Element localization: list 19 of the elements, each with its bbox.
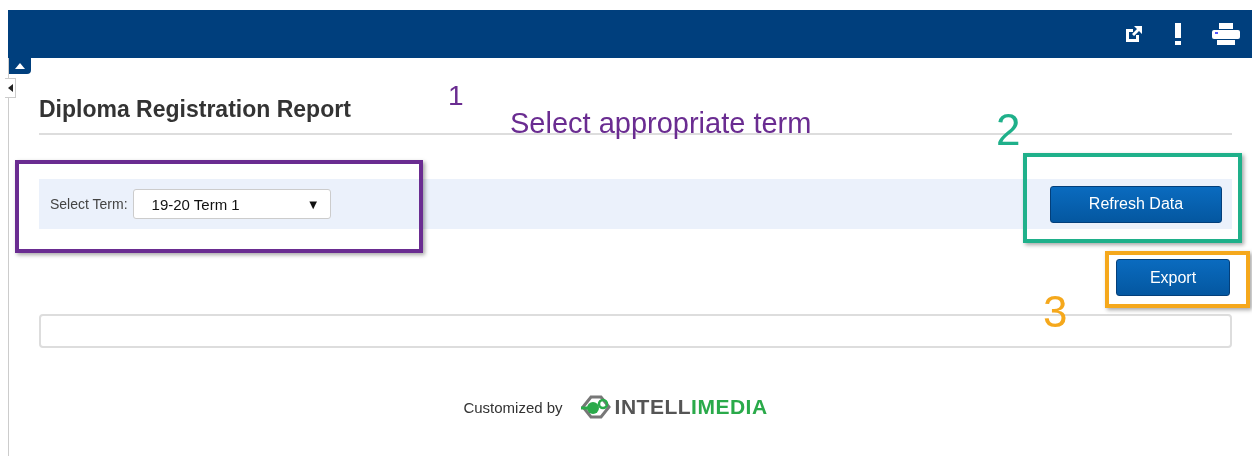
left-triangle-icon xyxy=(7,84,13,92)
report-title: Diploma Registration Report xyxy=(39,96,351,123)
annotation-label: 1 xyxy=(448,82,464,110)
customized-by-text: Customized by xyxy=(463,398,563,416)
annotation-label: 2 xyxy=(996,108,1021,152)
collapse-tab[interactable] xyxy=(9,58,31,74)
export-button[interactable]: Export xyxy=(1116,259,1230,296)
exclamation-icon[interactable] xyxy=(1174,23,1182,45)
logo-text: INTELLIMEDIA xyxy=(614,395,768,419)
up-triangle-icon xyxy=(15,63,25,69)
sidebar-toggle-tab[interactable] xyxy=(5,78,16,98)
refresh-data-button[interactable]: Refresh Data xyxy=(1050,185,1222,223)
term-label: Select Term: xyxy=(50,196,128,212)
logo-icon xyxy=(578,394,613,420)
print-icon[interactable] xyxy=(1212,23,1240,45)
annotation-label: 3 xyxy=(1043,290,1068,334)
term-dropdown[interactable]: 19-20 Term 1 ▼ xyxy=(132,189,331,219)
annotation-label: Select appropriate term xyxy=(510,109,812,138)
external-link-icon[interactable] xyxy=(1124,24,1144,44)
